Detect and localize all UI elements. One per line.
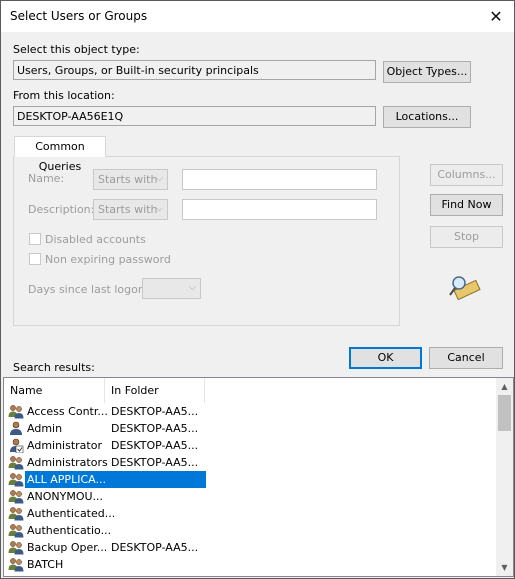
search-magnifier-icon xyxy=(449,276,481,301)
group-icon xyxy=(8,507,24,521)
cancel-button[interactable]: Cancel xyxy=(429,347,503,369)
group-icon xyxy=(8,456,24,470)
disabled-accounts-label: Disabled accounts xyxy=(45,233,146,246)
non-expiring-checkbox[interactable] xyxy=(29,253,41,265)
stop-button[interactable]: Stop xyxy=(430,226,503,248)
scrollbar-thumb[interactable] xyxy=(498,395,511,431)
tab-common-queries[interactable]: Common Queries xyxy=(14,136,106,173)
days-since-logon-label: Days since last logon: xyxy=(28,283,149,296)
user-icon xyxy=(10,421,22,435)
window-title: Select Users or Groups xyxy=(10,9,148,23)
non-expiring-label: Non expiring password xyxy=(45,253,171,266)
table-row[interactable]: Administrator DESKTOP-AA5... xyxy=(4,437,494,454)
object-types-button[interactable]: Object Types... xyxy=(383,61,471,83)
name-mode-value: Starts with xyxy=(98,173,158,186)
close-icon[interactable]: ✕ xyxy=(485,7,507,27)
group-icon xyxy=(8,524,24,538)
table-row[interactable]: BATCH xyxy=(4,556,494,573)
admin-user-icon xyxy=(10,438,24,453)
vertical-scrollbar[interactable]: ▲ ▼ xyxy=(496,378,513,576)
object-type-field: Users, Groups, or Built-in security prin… xyxy=(13,60,376,80)
row-folder xyxy=(111,488,211,505)
location-field: DESKTOP-AA56E1Q xyxy=(13,106,376,126)
results-header: Name In Folder xyxy=(4,378,205,403)
row-folder: DESKTOP-AA5... xyxy=(111,541,199,554)
group-icon xyxy=(8,558,24,572)
table-row[interactable]: ALL APPLICA... xyxy=(4,471,494,488)
group-icon xyxy=(8,405,24,419)
row-folder: DESKTOP-AA5... xyxy=(111,439,199,452)
group-icon xyxy=(8,490,24,504)
column-header-name[interactable]: Name xyxy=(4,378,105,403)
row-folder: DESKTOP-AA5... xyxy=(111,456,199,469)
scroll-up-icon[interactable]: ▲ xyxy=(496,378,513,395)
description-label: Description: xyxy=(28,203,95,216)
table-row[interactable]: ANONYMOU... xyxy=(4,488,494,505)
table-row[interactable]: Admin DESKTOP-AA5... xyxy=(4,420,494,437)
chevron-down-icon: ⌵ xyxy=(156,174,163,184)
title-bar[interactable]: Select Users or Groups ✕ xyxy=(1,1,514,32)
search-results-label: Search results: xyxy=(13,361,95,374)
row-folder xyxy=(111,505,211,522)
object-type-label: Select this object type: xyxy=(13,43,140,56)
description-input[interactable] xyxy=(182,199,377,220)
ok-button[interactable]: OK xyxy=(349,347,422,369)
search-results-list[interactable]: Name In Folder Access Contr... DESKTOP-AA… xyxy=(3,377,514,577)
chevron-down-icon: ⌵ xyxy=(156,204,163,214)
name-mode-select[interactable]: Starts with ⌵ xyxy=(93,169,168,190)
chevron-down-icon: ⌵ xyxy=(189,283,196,293)
description-mode-select[interactable]: Starts with ⌵ xyxy=(93,199,168,220)
location-label: From this location: xyxy=(13,89,115,102)
disabled-accounts-checkbox[interactable] xyxy=(29,233,41,245)
columns-button[interactable]: Columns... xyxy=(430,164,503,186)
description-mode-value: Starts with xyxy=(98,203,158,216)
table-row[interactable]: Access Contr... DESKTOP-AA5... xyxy=(4,403,494,420)
row-folder xyxy=(111,471,211,488)
table-row[interactable]: Administrators DESKTOP-AA5... xyxy=(4,454,494,471)
locations-button[interactable]: Locations... xyxy=(383,106,471,128)
group-icon xyxy=(8,541,24,555)
find-now-button[interactable]: Find Now xyxy=(430,194,503,216)
name-input[interactable] xyxy=(182,169,377,190)
table-row[interactable]: Authenticated... xyxy=(4,505,494,522)
row-folder xyxy=(111,522,211,539)
group-icon xyxy=(8,473,24,487)
row-folder: DESKTOP-AA5... xyxy=(111,405,199,418)
row-folder xyxy=(111,556,211,573)
table-row[interactable]: Backup Oper... DESKTOP-AA5... xyxy=(4,539,494,556)
scroll-down-icon[interactable]: ▼ xyxy=(496,559,513,576)
days-since-logon-select[interactable]: ⌵ xyxy=(142,278,201,299)
row-folder: DESKTOP-AA5... xyxy=(111,422,199,435)
table-row[interactable]: Authenticatio... xyxy=(4,522,494,539)
select-users-dialog: Select Users or Groups ✕ Select this obj… xyxy=(0,0,515,579)
column-header-folder[interactable]: In Folder xyxy=(105,378,205,403)
